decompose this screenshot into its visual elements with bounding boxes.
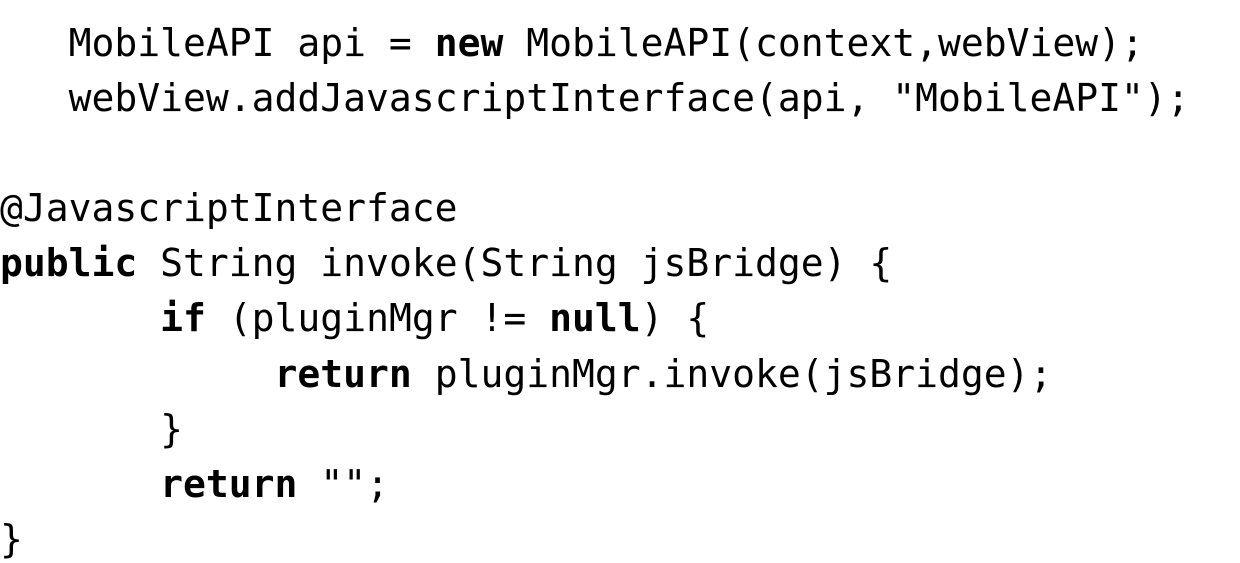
code-line-10: } bbox=[0, 517, 23, 561]
code-line-6: if (pluginMgr != null) { bbox=[0, 296, 709, 340]
code-line-8: } bbox=[0, 407, 183, 451]
code-line-4: @JavascriptInterface bbox=[0, 186, 458, 230]
code-line-7: return pluginMgr.invoke(jsBridge); bbox=[0, 352, 1052, 396]
code-snippet: MobileAPI api = new MobileAPI(context,we… bbox=[0, 0, 1240, 563]
code-line-5: public String invoke(String jsBridge) { bbox=[0, 241, 892, 285]
code-line-1: MobileAPI api = new MobileAPI(context,we… bbox=[0, 21, 1144, 65]
code-line-2: webView.addJavascriptInterface(api, "Mob… bbox=[0, 76, 1190, 120]
code-line-9: return ""; bbox=[0, 462, 389, 506]
